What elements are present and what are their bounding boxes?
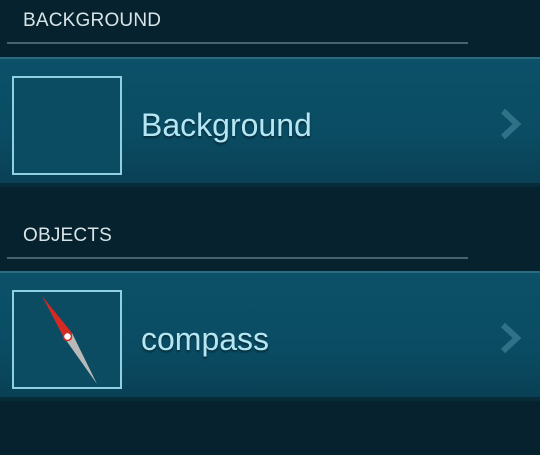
section-divider	[7, 42, 468, 44]
list-item-background[interactable]: Background	[0, 57, 540, 187]
section-header-objects: OBJECTS	[0, 215, 540, 261]
section-title: BACKGROUND	[23, 10, 162, 31]
section-divider	[7, 257, 468, 259]
compass-thumbnail	[12, 290, 122, 389]
section-title: OBJECTS	[23, 225, 113, 246]
section-header-background: BACKGROUND	[0, 0, 540, 46]
list-item-label: compass	[141, 321, 270, 357]
background-thumbnail	[12, 76, 122, 175]
compass-needle-icon	[42, 296, 97, 384]
chevron-right-icon	[500, 322, 522, 354]
list-item-compass[interactable]: compass	[0, 271, 540, 401]
list-item-label: Background	[141, 107, 312, 143]
chevron-right-icon	[500, 108, 522, 140]
